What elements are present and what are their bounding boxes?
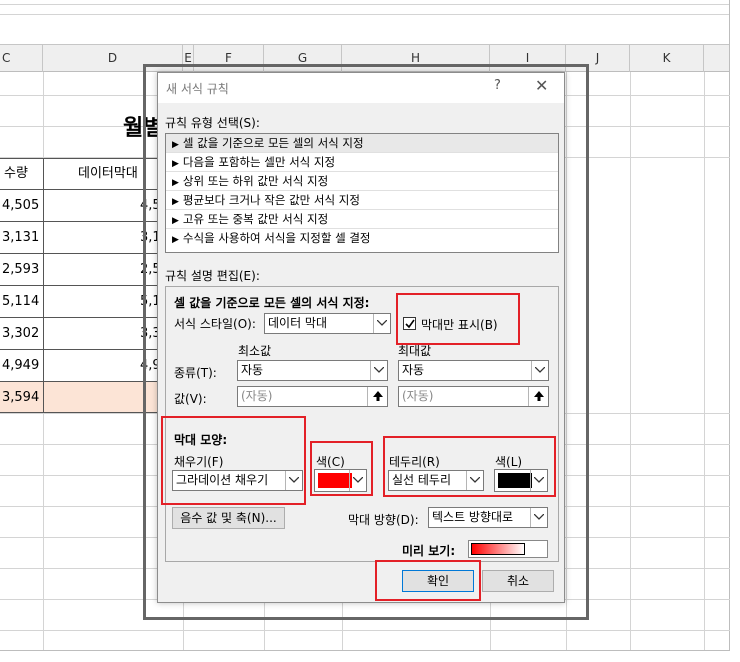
direction-value: 텍스트 방향대로 xyxy=(432,510,514,524)
rule-type-item-label: 다음을 포함하는 셀만 서식 지정 xyxy=(182,155,336,169)
column-header-c[interactable]: C xyxy=(0,45,43,72)
min-value-input[interactable]: (자동) xyxy=(237,386,388,407)
grid-line xyxy=(729,0,730,650)
highlight-box-fill-color xyxy=(310,441,373,496)
grid-line xyxy=(704,72,705,650)
max-type-value: 자동 xyxy=(402,363,425,377)
format-style-label: 서식 스타일(O): xyxy=(174,317,256,331)
format-style-value: 데이터 막대 xyxy=(268,316,328,330)
column-header-k[interactable]: K xyxy=(630,45,704,72)
rule-type-item[interactable]: ▶ 다음을 포함하는 셀만 서식 지정 xyxy=(166,153,558,172)
highlight-box-bar-shape xyxy=(161,416,306,505)
quantity-cell[interactable]: 3,131 xyxy=(0,222,39,253)
table-header-quantity[interactable]: 수량 xyxy=(4,158,28,189)
grid-line xyxy=(0,650,730,651)
dialog-titlebar[interactable]: 새 서식 규칙 ? ✕ xyxy=(158,73,564,103)
collapse-dialog-icon[interactable] xyxy=(528,387,548,406)
triangle-right-icon: ▶ xyxy=(172,178,179,188)
rule-type-item-label: 수식을 사용하여 서식을 지정할 셀 결정 xyxy=(182,231,371,245)
chevron-down-icon xyxy=(531,361,548,380)
highlight-box-border xyxy=(383,436,556,497)
rule-type-item-label: 평균보다 크거나 작은 값만 서식 지정 xyxy=(182,193,360,207)
table-header-databar[interactable]: 데이터막대 xyxy=(78,158,138,189)
max-value: (자동) xyxy=(402,389,434,403)
triangle-right-icon: ▶ xyxy=(172,140,179,150)
quantity-cell[interactable]: 5,114 xyxy=(0,286,39,317)
quantity-cell[interactable]: 4,949 xyxy=(0,350,39,381)
rule-type-item[interactable]: ▶ 평균보다 크거나 작은 값만 서식 지정 xyxy=(166,191,558,210)
rule-type-item[interactable]: ▶ 셀 값을 기준으로 모든 셀의 서식 지정 xyxy=(166,134,558,153)
rule-type-item-label: 고유 또는 중복 값만 서식 지정 xyxy=(182,212,329,226)
negative-values-button[interactable]: 음수 값 및 축(N)... xyxy=(172,507,285,529)
max-value-input[interactable]: (자동) xyxy=(398,386,549,407)
value-label: 값(V): xyxy=(174,392,207,406)
chevron-down-icon xyxy=(530,508,547,527)
grid-line xyxy=(0,4,730,5)
collapse-dialog-icon[interactable] xyxy=(367,387,387,406)
grid-line xyxy=(630,72,631,650)
quantity-cell[interactable]: 4,505 xyxy=(0,190,39,221)
min-label: 최소값 xyxy=(238,344,272,358)
chevron-down-icon xyxy=(370,361,387,380)
min-type-select[interactable]: 자동 xyxy=(237,360,388,381)
rule-type-list[interactable]: ▶ 셀 값을 기준으로 모든 셀의 서식 지정 ▶ 다음을 포함하는 셀만 서식 지… xyxy=(165,133,559,253)
section-title: 셀 값을 기준으로 모든 셀의 서식 지정: xyxy=(174,296,370,310)
new-format-rule-dialog: 새 서식 규칙 ? ✕ 규칙 유형 선택(S): ▶ 셀 값을 기준으로 모든 셀… xyxy=(157,72,565,603)
rule-type-item-label: 상위 또는 하위 값만 서식 지정 xyxy=(182,174,329,188)
max-type-select[interactable]: 자동 xyxy=(398,360,549,381)
direction-label: 막대 방향(D): xyxy=(348,513,419,527)
triangle-right-icon: ▶ xyxy=(172,235,179,245)
close-button[interactable]: ✕ xyxy=(535,76,548,95)
triangle-right-icon: ▶ xyxy=(172,197,179,207)
grid-line xyxy=(0,630,730,631)
preview-bar xyxy=(471,543,525,555)
format-style-select[interactable]: 데이터 막대 xyxy=(264,313,391,334)
quantity-cell[interactable]: 3,594 xyxy=(0,382,39,413)
chevron-down-icon xyxy=(373,314,390,333)
rule-edit-label: 규칙 설명 편집(E): xyxy=(165,269,260,283)
rule-type-item-label: 셀 값을 기준으로 모든 셀의 서식 지정 xyxy=(182,136,364,150)
grid-line xyxy=(0,14,730,15)
preview-label: 미리 보기: xyxy=(402,544,456,558)
min-type-value: 자동 xyxy=(241,363,264,377)
preview-box xyxy=(468,540,548,558)
cancel-button[interactable]: 취소 xyxy=(482,570,554,592)
rule-type-item[interactable]: ▶ 고유 또는 중복 값만 서식 지정 xyxy=(166,210,558,229)
help-button[interactable]: ? xyxy=(494,78,501,93)
type-label: 종류(T): xyxy=(174,366,217,380)
rule-type-label: 규칙 유형 선택(S): xyxy=(165,116,260,130)
quantity-cell[interactable]: 3,302 xyxy=(0,318,39,349)
rule-type-item[interactable]: ▶ 상위 또는 하위 값만 서식 지정 xyxy=(166,172,558,191)
triangle-right-icon: ▶ xyxy=(172,159,179,169)
quantity-cell[interactable]: 2,593 xyxy=(0,254,39,285)
dialog-title: 새 서식 규칙 xyxy=(166,82,229,96)
direction-select[interactable]: 텍스트 방향대로 xyxy=(428,507,548,528)
highlight-box-bar-only xyxy=(396,293,520,345)
rule-type-item[interactable]: ▶ 수식을 사용하여 서식을 지정할 셀 결정 xyxy=(166,229,558,248)
min-value: (자동) xyxy=(241,389,273,403)
highlight-box-ok xyxy=(375,560,481,601)
triangle-right-icon: ▶ xyxy=(172,216,179,226)
max-label: 최대값 xyxy=(398,344,432,358)
